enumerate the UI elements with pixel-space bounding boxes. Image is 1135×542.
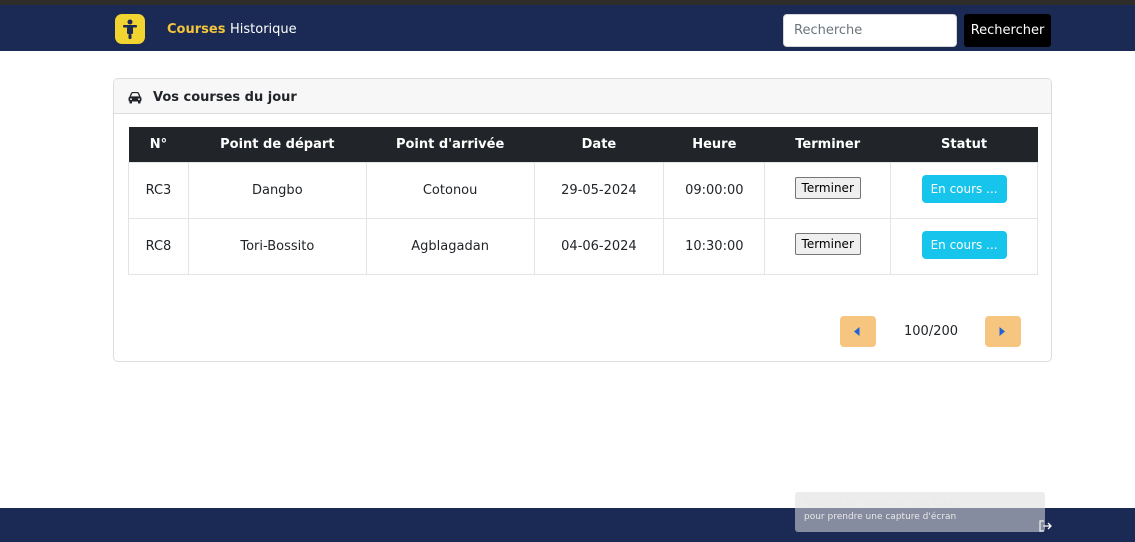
cell-depart: Tori-Bossito	[187, 217, 367, 275]
cell-arrivee: Cotonou	[365, 161, 535, 219]
caret-right-icon	[999, 327, 1005, 336]
cell-date: 29-05-2024	[533, 161, 665, 219]
card-title: Vos courses du jour	[153, 90, 297, 105]
col-header-date: Date	[534, 127, 664, 162]
col-header-heure: Heure	[663, 127, 765, 162]
col-header-statut: Statut	[890, 127, 1038, 162]
toast-line-2: pour prendre une capture d'écran	[804, 512, 957, 522]
cell-date: 04-06-2024	[533, 217, 665, 275]
pagination-next-button[interactable]	[985, 316, 1021, 347]
nav-link-courses[interactable]: Courses	[167, 22, 225, 37]
cell-depart: Dangbo	[187, 161, 367, 219]
search-button[interactable]: Rechercher	[964, 14, 1051, 47]
scooter-logo-icon	[123, 19, 137, 39]
cell-terminer: Terminer	[764, 161, 892, 219]
rides-card: Vos courses du jour N° Point de départ P…	[113, 78, 1052, 362]
cell-statut: En cours ...	[890, 217, 1038, 275]
rides-table: N° Point de départ Point d'arrivée Date …	[128, 127, 1038, 275]
col-header-terminer: Terminer	[764, 127, 891, 162]
col-header-arrivee: Point d'arrivée	[366, 127, 535, 162]
toast-line-1: Appuyez sur la touche Impr. Écran	[804, 498, 959, 508]
cell-arrivee: Agblagadan	[365, 217, 535, 275]
cell-terminer: Terminer	[764, 217, 892, 275]
app-logo[interactable]	[115, 14, 145, 44]
car-icon	[128, 92, 142, 104]
table-header-row: N° Point de départ Point d'arrivée Date …	[128, 127, 1038, 162]
col-header-depart: Point de départ	[188, 127, 367, 162]
table-row: RC3 Dangbo Cotonou 29-05-2024 09:00:00 T…	[128, 161, 1038, 219]
cell-num: RC8	[128, 217, 189, 275]
cell-heure: 09:00:00	[663, 161, 766, 219]
pagination-prev-button[interactable]	[840, 316, 876, 347]
navbar: Courses Historique Recherche r	[0, 5, 1135, 51]
table-row: RC8 Tori-Bossito Agblagadan 04-06-2024 1…	[128, 217, 1038, 275]
cell-num: RC3	[128, 161, 189, 219]
card-header: Vos courses du jour	[114, 79, 1051, 114]
status-badge[interactable]: En cours ...	[921, 175, 1007, 203]
caret-left-icon	[854, 327, 860, 336]
cell-statut: En cours ...	[890, 161, 1038, 219]
terminer-button[interactable]: Terminer	[794, 177, 861, 199]
cell-heure: 10:30:00	[663, 217, 766, 275]
col-header-num: N°	[128, 127, 189, 162]
status-badge[interactable]: En cours ...	[921, 231, 1007, 259]
screenshot-toast: Appuyez sur la touche Impr. Écran pour p…	[795, 492, 1045, 532]
search-input[interactable]	[783, 14, 957, 47]
terminer-button[interactable]: Terminer	[794, 233, 861, 255]
nav-link-historique[interactable]: Historique	[230, 22, 297, 37]
pagination-status: 100/200	[904, 324, 959, 339]
